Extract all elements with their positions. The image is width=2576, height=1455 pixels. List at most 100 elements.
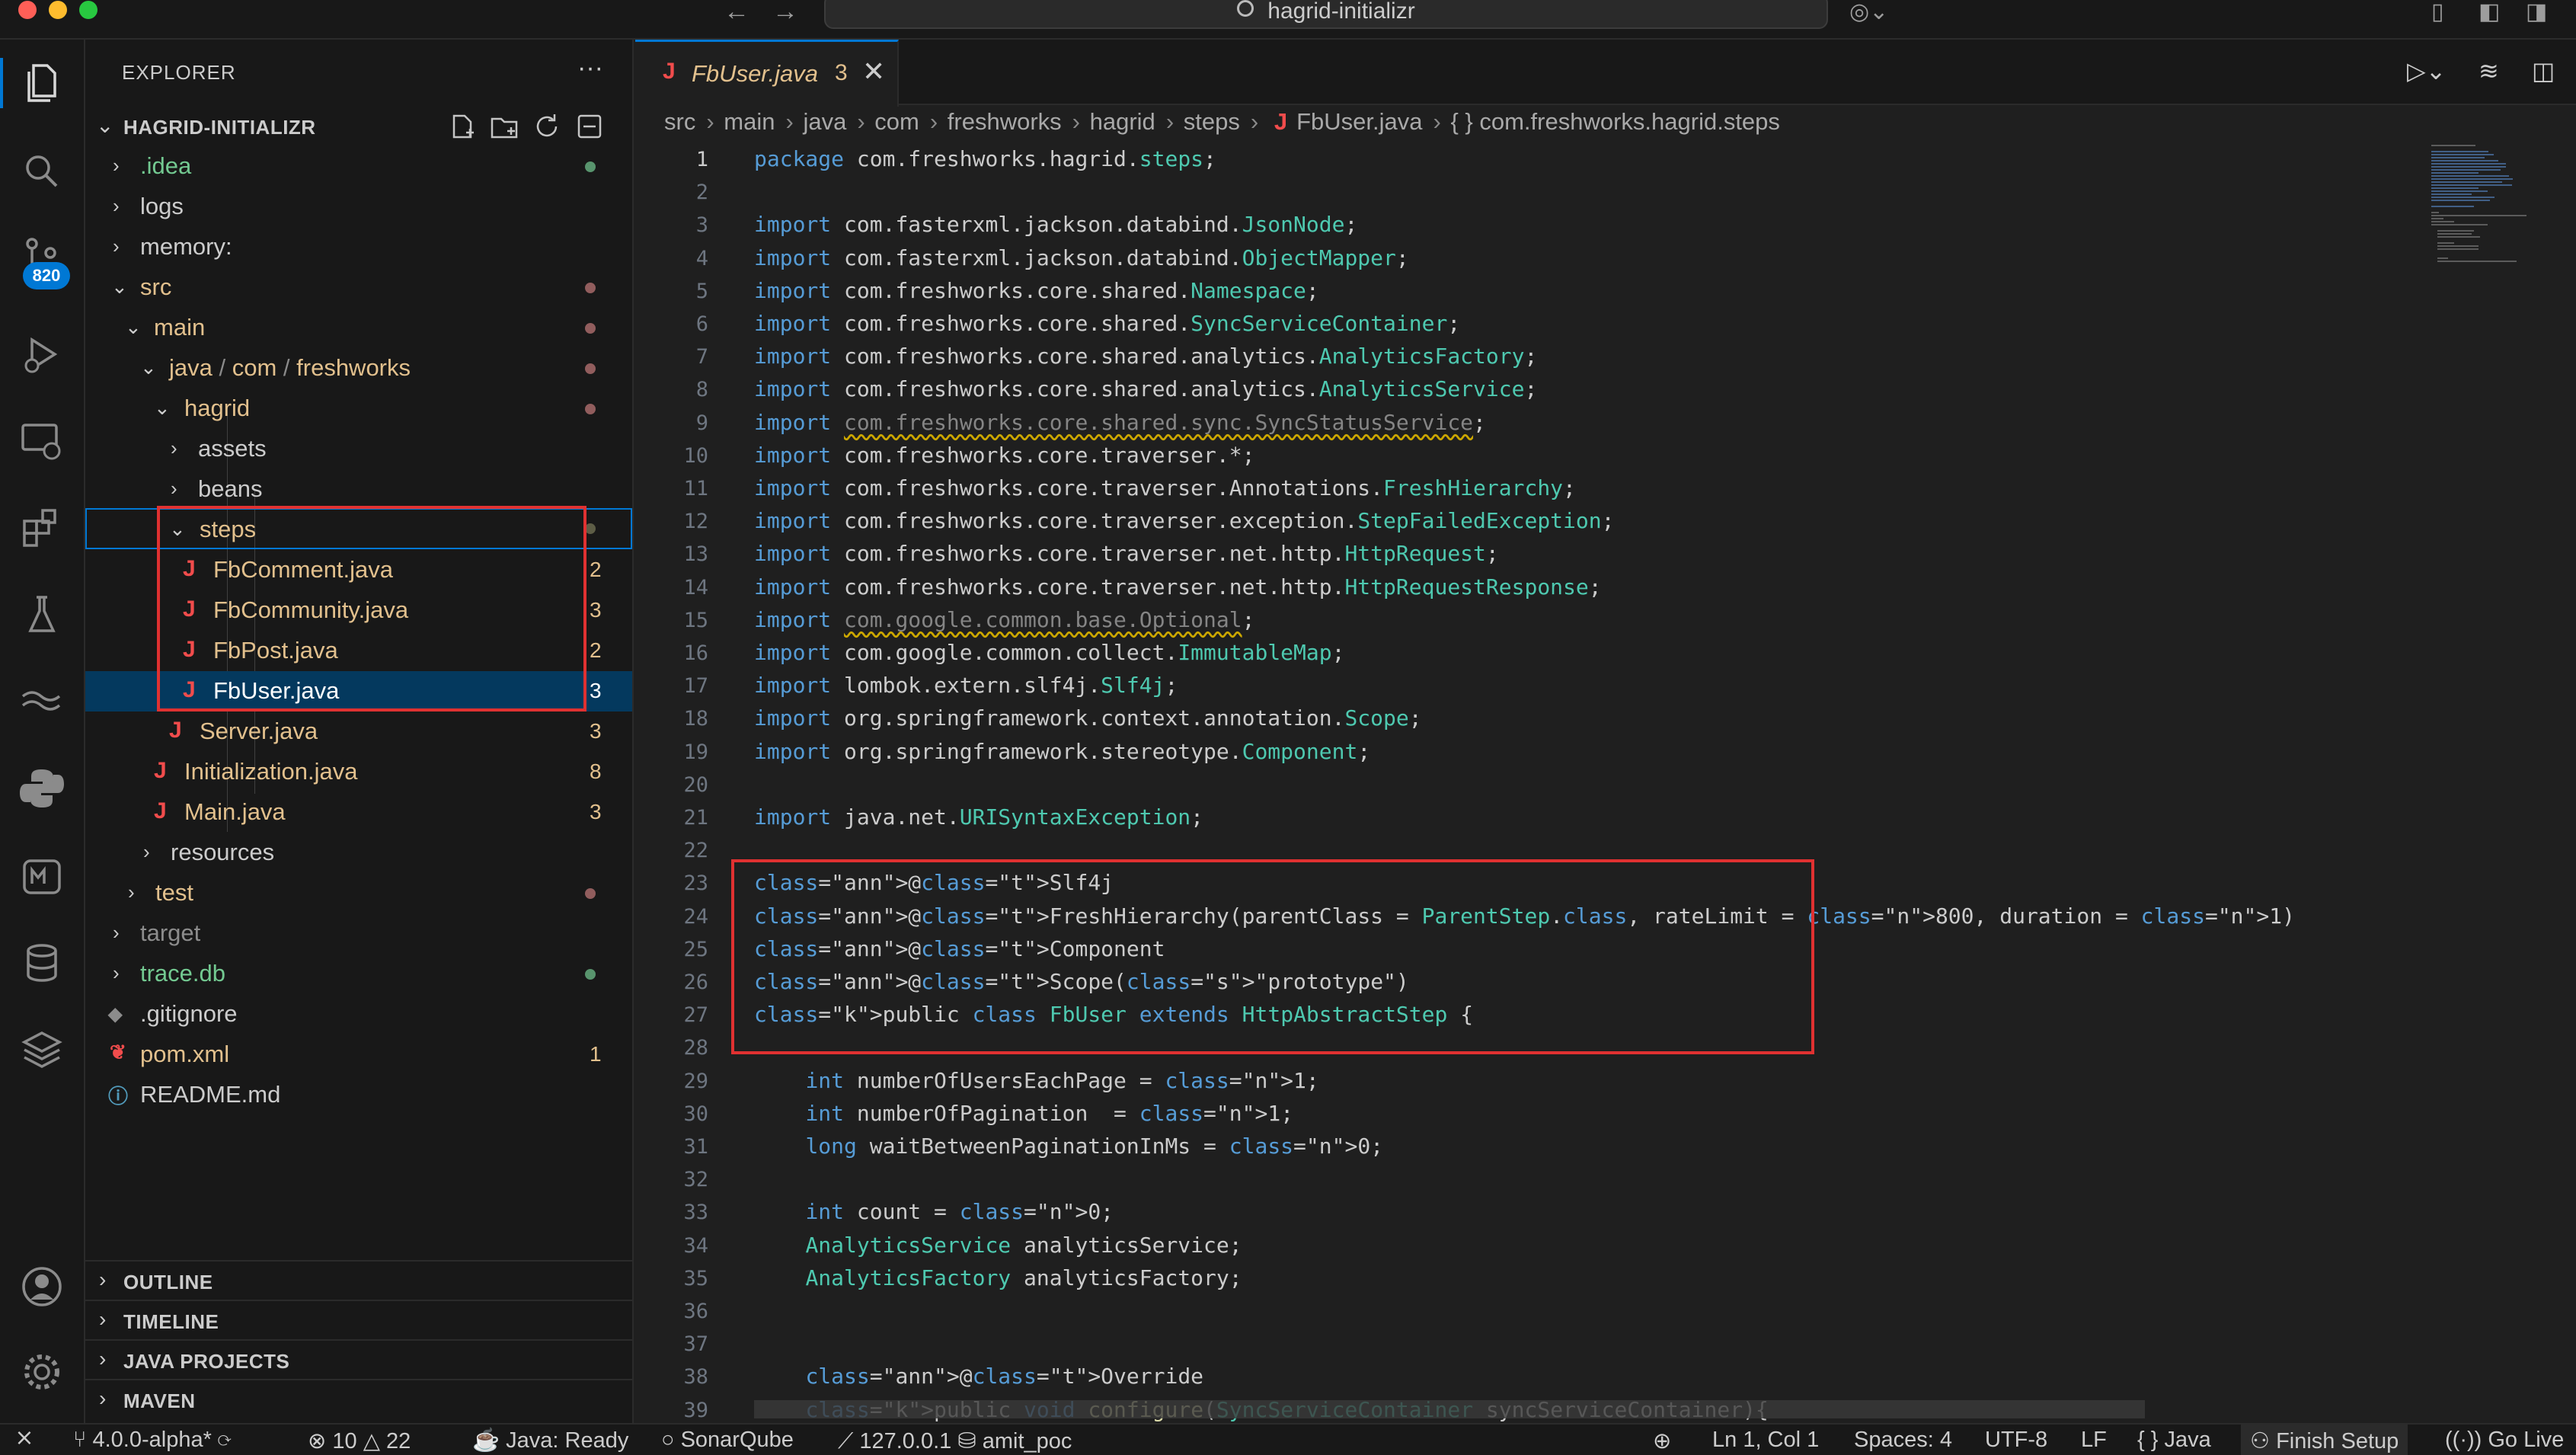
line-endings[interactable]: LF bbox=[2081, 1428, 2107, 1453]
outline-panel[interactable]: › OUTLINE bbox=[85, 1260, 632, 1300]
branch-item[interactable]: ⑂ 4.0.0-alpha* ⟳ bbox=[73, 1428, 231, 1453]
tab-fbuser-java[interactable]: J FbUser.java 3 ✕ bbox=[635, 40, 899, 107]
remote-explorer-icon[interactable] bbox=[17, 416, 67, 466]
remote-indicator-icon[interactable]: ⨯ bbox=[0, 1425, 49, 1455]
tree-item-target[interactable]: › target bbox=[85, 913, 632, 954]
toggle-secondary-sidebar-icon[interactable]: ◨ bbox=[2526, 0, 2547, 25]
breadcrumb-item[interactable]: freshworks bbox=[948, 108, 1062, 135]
indentation[interactable]: Spaces: 4 bbox=[1854, 1428, 1952, 1453]
settings-gear-icon[interactable] bbox=[17, 1347, 67, 1397]
new-file-icon[interactable] bbox=[446, 111, 477, 142]
tree-item-trace-db[interactable]: › trace.db bbox=[85, 954, 632, 994]
more-actions-icon[interactable]: ··· bbox=[577, 53, 603, 83]
minimap[interactable] bbox=[2427, 145, 2576, 1421]
project-header[interactable]: ⌄ HAGRID-INITIALIZR bbox=[85, 107, 632, 146]
explorer-icon[interactable] bbox=[17, 58, 67, 108]
encoding[interactable]: UTF-8 bbox=[1985, 1428, 2047, 1453]
split-editor-icon[interactable]: ◫ bbox=[2532, 56, 2555, 85]
refresh-icon[interactable] bbox=[532, 111, 562, 142]
horizontal-scrollbar[interactable] bbox=[754, 1400, 2145, 1418]
python-icon[interactable] bbox=[17, 763, 67, 814]
code-line: import com.freshworks.core.shared.sync.S… bbox=[754, 409, 1486, 435]
tree-item-resources[interactable]: › resources bbox=[85, 833, 632, 873]
tree-item-pom-xml[interactable]: ❦ pom.xml 1 bbox=[85, 1034, 632, 1075]
close-icon[interactable]: ✕ bbox=[862, 56, 885, 88]
maven-panel[interactable]: › MAVEN bbox=[85, 1379, 632, 1418]
line-number: 9 bbox=[695, 411, 708, 435]
layers-icon[interactable] bbox=[17, 1025, 67, 1076]
tree-item-gitignore[interactable]: ◆ .gitignore bbox=[85, 994, 632, 1034]
timeline-panel[interactable]: › TIMELINE bbox=[85, 1300, 632, 1339]
code-editor[interactable]: package com.freshworks.hagrid.steps; impo… bbox=[754, 145, 2422, 1421]
sonarqube-item[interactable]: ○ SonarQube bbox=[661, 1428, 794, 1453]
breadcrumb-item[interactable]: hagrid bbox=[1090, 108, 1155, 135]
tree-item-src[interactable]: ⌄ src bbox=[85, 267, 632, 308]
java-status-item[interactable]: ☕ Java: Ready bbox=[472, 1428, 628, 1453]
chevron-down-icon: ⌄ bbox=[96, 114, 114, 137]
tree-item-test[interactable]: › test bbox=[85, 873, 632, 913]
breadcrumb-item[interactable]: src bbox=[664, 108, 695, 135]
close-window-button[interactable] bbox=[18, 1, 37, 19]
line-number: 28 bbox=[683, 1036, 708, 1060]
compare-changes-icon[interactable]: ≋ bbox=[2479, 56, 2499, 85]
tree-item-hagrid[interactable]: ⌄ hagrid bbox=[85, 389, 632, 429]
tree-item-memory[interactable]: › memory: bbox=[85, 227, 632, 267]
testing-icon[interactable] bbox=[17, 590, 67, 640]
minimize-window-button[interactable] bbox=[49, 1, 67, 19]
command-center-search[interactable]: hagrid-initializr bbox=[824, 0, 1828, 29]
tree-item-label: java / com / freshworks bbox=[169, 354, 411, 381]
tree-item-main-java[interactable]: J Main.java 3 bbox=[85, 792, 632, 833]
problems-item[interactable]: ⊗ 10 △ 22 bbox=[308, 1428, 411, 1454]
zoom-icon[interactable]: ⊕ bbox=[1653, 1428, 1671, 1454]
run-debug-icon[interactable] bbox=[17, 329, 67, 379]
go-live-button[interactable]: ((·)) Go Live bbox=[2445, 1428, 2564, 1453]
java-projects-panel[interactable]: › JAVA PROJECTS bbox=[85, 1339, 632, 1379]
path-part: com bbox=[232, 354, 277, 381]
minimap-line bbox=[2437, 233, 2472, 235]
tree-item-logs[interactable]: › logs bbox=[85, 187, 632, 227]
minimap-line bbox=[2431, 163, 2506, 165]
new-folder-icon[interactable] bbox=[489, 111, 519, 142]
breadcrumb-item[interactable]: java bbox=[803, 108, 846, 135]
zoom-window-button[interactable] bbox=[79, 1, 97, 19]
cursor-position[interactable]: Ln 1, Col 1 bbox=[1712, 1428, 1819, 1453]
status-dot bbox=[585, 161, 596, 172]
breadcrumb-item[interactable]: steps bbox=[1184, 108, 1240, 135]
breadcrumb-item[interactable]: com bbox=[874, 108, 919, 135]
code-line: import com.google.common.collect.Immutab… bbox=[754, 640, 1345, 665]
language-mode[interactable]: { } Java bbox=[2137, 1428, 2211, 1453]
tree-item-readme[interactable]: ⓘ README.md bbox=[85, 1075, 632, 1115]
tree-item-assets[interactable]: › assets bbox=[85, 429, 632, 469]
extensions-icon[interactable] bbox=[17, 503, 67, 553]
tree-item-initialization[interactable]: J Initialization.java 8 bbox=[85, 752, 632, 792]
breadcrumb-item[interactable]: FbUser.java bbox=[1296, 108, 1422, 135]
finish-setup-button[interactable]: ⚇ Finish Setup bbox=[2241, 1425, 2408, 1455]
line-number: 21 bbox=[683, 806, 708, 830]
panel-label: MAVEN bbox=[123, 1389, 196, 1412]
breadcrumb-item[interactable]: { } com.freshworks.hagrid.steps bbox=[1450, 108, 1779, 135]
active-indicator bbox=[0, 58, 3, 108]
tree-item-main[interactable]: ⌄ main bbox=[85, 308, 632, 348]
minimap-line bbox=[2431, 151, 2489, 152]
copilot-icon[interactable]: ◎⌄ bbox=[1849, 0, 1888, 25]
forward-arrow-icon[interactable]: → bbox=[772, 0, 798, 27]
tree-item-server[interactable]: J Server.java 3 bbox=[85, 712, 632, 752]
status-dot bbox=[585, 969, 596, 980]
tree-item-java-com-freshworks[interactable]: ⌄ java / com / freshworks bbox=[85, 348, 632, 389]
back-arrow-icon[interactable]: ← bbox=[724, 0, 749, 27]
host-item[interactable]: ⟋ 127.0.0.1 ⛁ amit_poc bbox=[838, 1428, 1072, 1454]
problem-count: 3 bbox=[590, 598, 602, 622]
database-icon[interactable] bbox=[17, 939, 67, 989]
run-icon[interactable]: ▷⌄ bbox=[2407, 56, 2446, 85]
account-icon[interactable] bbox=[17, 1262, 67, 1312]
toggle-panel-layout-icon[interactable]: ▯ bbox=[2431, 0, 2444, 25]
markdown-icon[interactable] bbox=[17, 852, 67, 902]
tree-item-beans[interactable]: › beans bbox=[85, 469, 632, 510]
tree-item-idea[interactable]: › .idea bbox=[85, 146, 632, 187]
toggle-sidebar-icon[interactable]: ◧ bbox=[2479, 0, 2500, 25]
line-number: 19 bbox=[683, 740, 708, 764]
docker-icon[interactable] bbox=[17, 676, 67, 727]
collapse-all-icon[interactable] bbox=[574, 111, 605, 142]
breadcrumb-item[interactable]: main bbox=[724, 108, 775, 135]
search-icon[interactable] bbox=[17, 146, 67, 197]
